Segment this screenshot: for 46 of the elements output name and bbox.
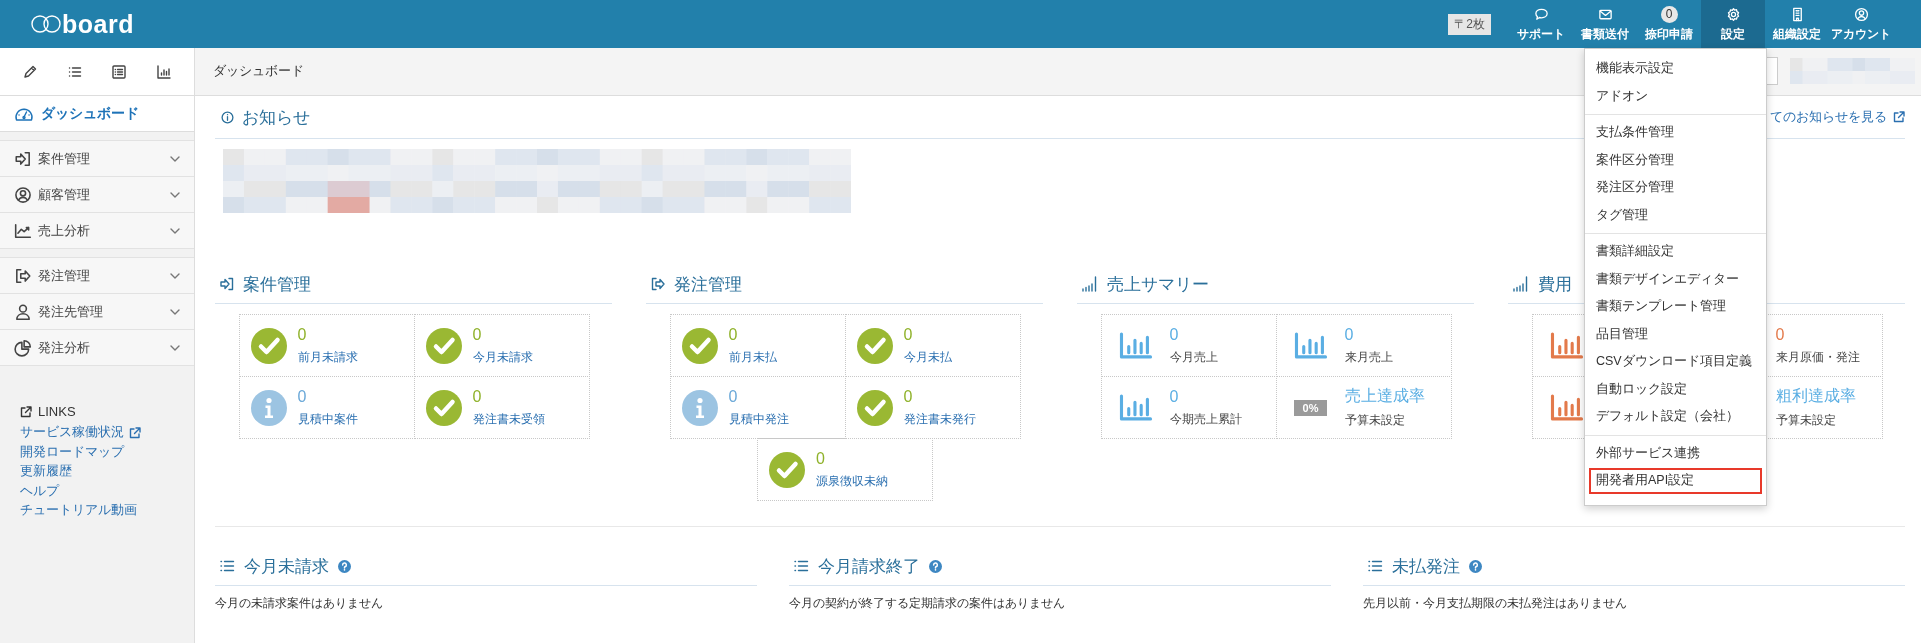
stat-label: 前月未払 [728, 348, 777, 366]
section-title: 案件管理 [243, 273, 311, 296]
section-title: 発注管理 [674, 273, 742, 296]
stat-value: 0 [472, 387, 483, 406]
stat-label: 前月未請求 [297, 348, 358, 366]
stat-label: 今月未請求 [472, 348, 533, 366]
stat-label: 源泉徴収未納 [816, 472, 888, 490]
section-title: 費用 [1538, 273, 1572, 296]
stat-value: 売上達成率 [1344, 386, 1425, 406]
stat-value: 0 [728, 325, 739, 344]
section-title: 売上サマリー [1107, 273, 1209, 296]
section-title: 未払発注 [1392, 555, 1460, 578]
links-heading: LINKS [38, 404, 76, 419]
stat-label: 今月売上 [1169, 348, 1218, 366]
stat-value: 0 [903, 387, 914, 406]
stat-value: 0 [903, 325, 914, 344]
stat-value: 0 [1344, 325, 1355, 344]
section-title: お知らせ [242, 106, 310, 129]
section-title: 今月未請求 [244, 555, 329, 578]
stat-label: 発注書未受領 [472, 410, 545, 428]
stat-value: 0 [1169, 325, 1180, 344]
stat-label: 見積中案件 [297, 410, 358, 428]
section-title: 今月請求終了 [818, 555, 920, 578]
percent-badge: 0% [1293, 399, 1328, 416]
stat-label: 発注書未発行 [903, 410, 976, 428]
stat-value: 0 [297, 387, 308, 406]
stat-value: 0 [472, 325, 483, 344]
empty-message: 今月の契約が終了する定期請求の案件はありません [789, 595, 1066, 612]
stat-label: 来月原価・発注 [1775, 348, 1860, 366]
stat-value: 0 [1169, 387, 1180, 406]
stat-label: 来月売上 [1344, 348, 1393, 366]
stat-value: 0 [728, 387, 739, 406]
stat-value: 粗利達成率 [1775, 386, 1856, 406]
stat-value: 0 [816, 449, 826, 468]
stat-label: 予算未設定 [1344, 412, 1406, 429]
stat-value: 0 [297, 325, 308, 344]
stat-label: 見積中発注 [728, 410, 789, 428]
stat-label: 予算未設定 [1775, 412, 1837, 429]
empty-message: 先月以前・今月支払期限の未払発注はありません [1363, 595, 1628, 612]
stat-value: 0 [1775, 325, 1786, 344]
count-badge: 0 [1660, 5, 1678, 23]
stat-label: 今期売上累計 [1169, 410, 1242, 428]
empty-message: 今月の未請求案件はありません [215, 595, 384, 612]
stat-label: 今月未払 [903, 348, 952, 366]
postage-badge: 〒2枚 [1448, 13, 1491, 35]
breadcrumb: ダッシュボード [213, 63, 304, 80]
